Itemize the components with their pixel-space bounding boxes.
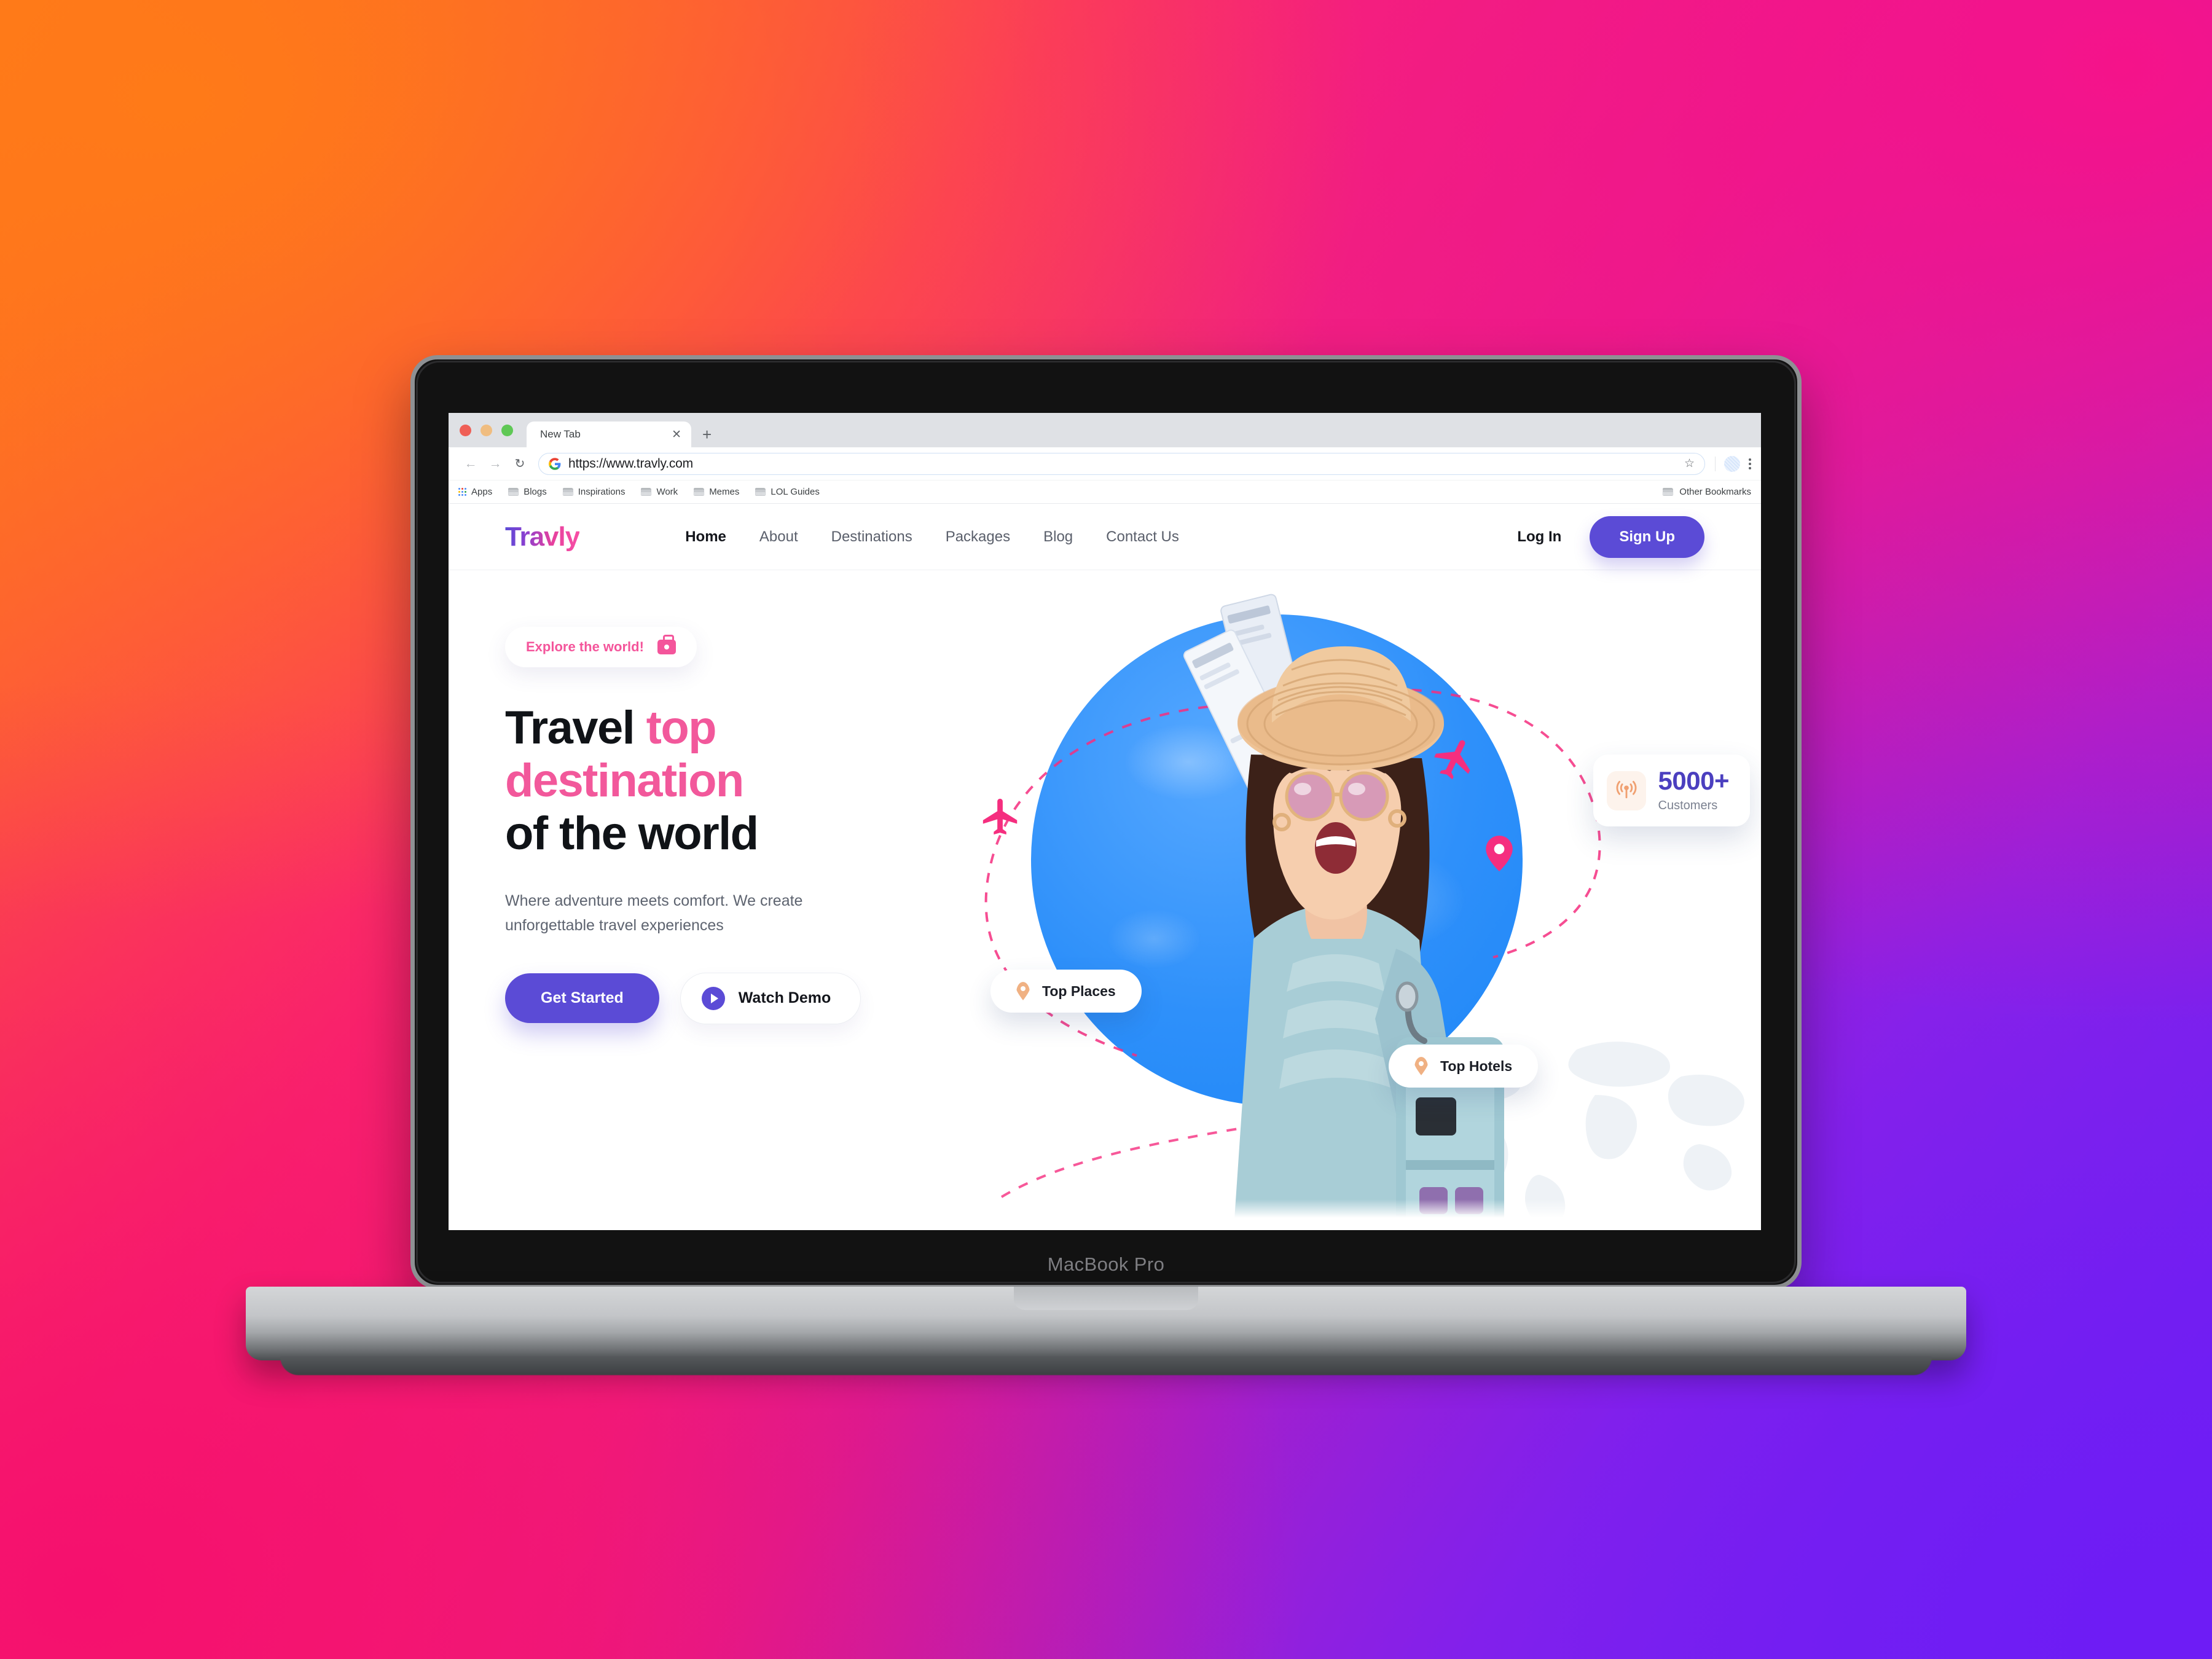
laptop-base — [246, 1287, 1966, 1360]
macbook-label: MacBook Pro — [1047, 1253, 1165, 1275]
folder-icon — [694, 488, 705, 496]
top-hotels-label: Top Hotels — [1440, 1057, 1513, 1074]
folder-icon — [508, 488, 519, 496]
bookmark-work[interactable]: Work — [641, 487, 678, 497]
arrow-left-icon[interactable]: ← — [458, 457, 483, 471]
laptop-base-foot — [280, 1357, 1932, 1375]
headline-part-4: of the world — [505, 807, 759, 860]
bookmark-label: Inspirations — [578, 487, 626, 497]
nav-item-packages[interactable]: Packages — [946, 528, 1010, 546]
bookmark-label: Memes — [709, 487, 740, 497]
folder-icon — [1663, 488, 1674, 496]
nav-item-contact-us[interactable]: Contact Us — [1106, 528, 1179, 546]
reload-icon[interactable]: ↻ — [508, 456, 532, 471]
kebab-menu-icon[interactable] — [1749, 458, 1751, 469]
customers-stat-card: 5000+ Customers — [1593, 755, 1750, 826]
arrow-right-icon[interactable]: → — [483, 457, 508, 471]
explore-badge-label: Explore the world! — [526, 639, 644, 654]
bookmark-label: Work — [656, 487, 678, 497]
customers-stat-label: Customers — [1658, 799, 1718, 812]
broadcast-signal-icon — [1606, 771, 1646, 810]
nav-item-destinations[interactable]: Destinations — [831, 528, 912, 546]
browser-toolbar: ← → ↻ https://www.travly.com ☆ — [449, 447, 1761, 480]
login-link[interactable]: Log In — [1517, 528, 1561, 546]
get-started-button[interactable]: Get Started — [505, 973, 659, 1024]
bookmark-label: Other Bookmarks — [1679, 487, 1751, 497]
bookmark-memes[interactable]: Memes — [694, 487, 739, 497]
headline-part-1: Travel — [505, 702, 646, 754]
toolbar-divider — [1715, 456, 1716, 471]
headline-part-3: destination — [505, 754, 744, 807]
nav-item-home[interactable]: Home — [685, 528, 726, 546]
hero-subtitle: Where adventure meets comfort. We create… — [505, 892, 803, 935]
top-places-label: Top Places — [1042, 982, 1116, 999]
plane-icon-left — [982, 798, 1018, 835]
site-logo[interactable]: Travly — [505, 522, 580, 552]
top-places-pill[interactable]: Top Places — [990, 970, 1142, 1013]
avatar-icon[interactable] — [1724, 455, 1740, 472]
bookmark-inspirations[interactable]: Inspirations — [562, 487, 626, 497]
plus-icon[interactable]: + — [702, 426, 712, 447]
address-bar[interactable]: https://www.travly.com ☆ — [538, 452, 1705, 475]
bookmark-label: Apps — [471, 487, 493, 497]
maximize-window-button[interactable] — [501, 425, 513, 436]
nav-item-blog[interactable]: Blog — [1043, 528, 1073, 546]
hero-illustration: Top Places Top Hotels 5000+ Customers — [959, 570, 1761, 1230]
bookmark-apps[interactable]: Apps — [458, 487, 492, 497]
hero-copy: Explore the world! Travel top destinatio… — [449, 570, 959, 1230]
website-viewport: Travly Home About Destinations Packages … — [449, 504, 1761, 1230]
macbook-mockup: MacBook Pro New Tab ✕ + ← → ↻ https://ww… — [246, 355, 1966, 1375]
folder-icon — [641, 488, 652, 496]
map-pin-icon — [1016, 982, 1030, 1000]
main-navigation: Home About Destinations Packages Blog Co… — [685, 528, 1179, 546]
browser-tab-title: New Tab — [540, 428, 581, 440]
google-g-icon — [549, 457, 561, 470]
nav-item-about[interactable]: About — [759, 528, 798, 546]
folder-icon — [562, 488, 573, 496]
page-title: Travel top destination of the world — [505, 702, 959, 860]
hero-section: Explore the world! Travel top destinatio… — [449, 570, 1761, 1230]
minimize-window-button[interactable] — [480, 425, 492, 436]
bookmark-label: Blogs — [524, 487, 547, 497]
map-pin-icon — [1414, 1057, 1428, 1075]
site-header: Travly Home About Destinations Packages … — [449, 504, 1761, 570]
traveler-photo — [1183, 594, 1504, 1230]
explore-badge: Explore the world! — [505, 627, 697, 667]
close-window-button[interactable] — [460, 425, 471, 436]
customers-stat-value: 5000+ — [1658, 766, 1730, 795]
folder-icon — [755, 488, 766, 496]
close-icon[interactable]: ✕ — [672, 429, 681, 441]
bookmark-lol-guides[interactable]: LOL Guides — [755, 487, 820, 497]
watch-demo-button[interactable]: Watch Demo — [680, 972, 861, 1024]
bookmark-label: LOL Guides — [771, 487, 820, 497]
star-icon[interactable]: ☆ — [1684, 457, 1695, 471]
url-text: https://www.travly.com — [568, 456, 693, 471]
browser-window: New Tab ✕ + ← → ↻ https://www.travly.com… — [449, 413, 1761, 1230]
signup-button[interactable]: Sign Up — [1590, 516, 1704, 558]
browser-tab[interactable]: New Tab ✕ — [527, 422, 691, 447]
hero-cta-group: Get Started Watch Demo — [505, 972, 959, 1024]
headline-part-2: top — [646, 702, 717, 754]
watch-demo-label: Watch Demo — [738, 989, 831, 1007]
apps-grid-icon — [458, 488, 466, 496]
bookmarks-bar: Apps Blogs Inspirations Work Memes LOL G… — [449, 480, 1761, 504]
browser-tab-strip: New Tab ✕ + — [449, 413, 1761, 447]
window-controls[interactable] — [460, 425, 513, 447]
suitcase-icon — [657, 635, 676, 654]
bookmark-other-bookmarks[interactable]: Other Bookmarks — [1663, 487, 1751, 497]
top-hotels-pill[interactable]: Top Hotels — [1389, 1045, 1539, 1088]
play-circle-icon — [701, 986, 725, 1010]
viewport-bottom-fade — [449, 1199, 1761, 1230]
bookmark-blogs[interactable]: Blogs — [508, 487, 547, 497]
